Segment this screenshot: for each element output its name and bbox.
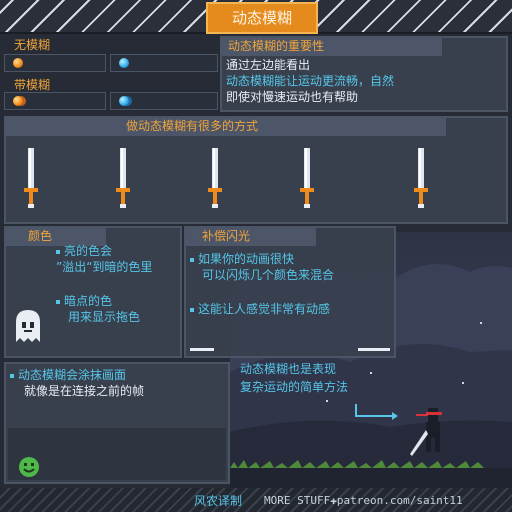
color-line2: ”溢出“到暗的色里 [56,260,153,274]
importance-line3: 即使对慢速运动也有帮助 [226,90,359,104]
flash-header: 补偿闪光 [186,228,316,246]
color-line3: 暗点的色 [56,294,112,308]
blue-orb-icon [119,96,129,106]
no-blur-label: 无模糊 [14,38,51,52]
flash-line1-text: 如果你的动画很快 [198,252,295,266]
importance-line2: 动态模糊能让运动更流畅，自然 [226,74,395,88]
page-title: 动态模糊 [206,2,318,34]
patreon-credit[interactable]: MORE STUFF✚patreon.com/saint11 [264,494,463,507]
sword-icon [116,148,130,208]
arrow-right-icon [355,404,398,420]
smear-line2: 就像是在连接之前的帧 [24,384,145,398]
ways-header: 做动态模糊有很多的方式 [6,118,446,136]
ghost-icon [16,310,40,342]
blue-orb-icon [119,58,129,68]
importance-panel: 动态模糊的重要性 通过左边能看出 动态模糊能让运动更流畅，自然 即使对慢速运动也… [220,36,508,112]
importance-line1: 通过左边能看出 [226,58,311,72]
ways-panel: 做动态模糊有很多的方式 [4,116,508,224]
flash-line1: 如果你的动画很快 [190,252,294,266]
translator-credit: 风农译制 [194,494,243,508]
bullet-icon [190,257,194,262]
sword-icon [300,148,314,208]
smear-inner-box [8,428,226,480]
with-blur-slot-orange [4,92,106,110]
swords-row [24,148,428,208]
sword-icon [208,148,222,208]
green-smiley-icon [19,457,39,477]
color-line4: 用来显示拖色 [68,310,141,324]
no-blur-slot-blue [110,54,218,72]
with-blur-label: 带模糊 [14,78,51,92]
orange-orb-icon [13,96,23,106]
bullet-icon [10,373,14,378]
importance-header: 动态模糊的重要性 [222,38,442,56]
flash-line3-text: 这能让人感觉非常有动感 [198,302,331,316]
flash-line2: 可以闪烁几个颜色来混合 [202,268,335,282]
blur-comparison-panel: 无模糊 带模糊 [4,36,218,112]
flash-streak-right [358,348,390,351]
flash-streak-left [190,348,214,351]
with-blur-slot-blue [110,92,218,110]
sword-icon [24,148,38,208]
scene-line1: 动态模糊也是表现 [240,362,337,376]
flash-line3: 这能让人感觉非常有动感 [190,302,330,316]
color-line1-text: 亮的色会 [64,244,113,258]
smear-line1-text: 动态模糊会涂抹画面 [18,368,127,382]
smear-panel: 动态模糊会涂抹画面 就像是在连接之前的帧 [4,362,230,484]
sword-icon [414,148,428,208]
color-line3-text: 暗点的色 [64,294,113,308]
bullet-icon [56,299,60,304]
bullet-icon [56,249,60,254]
bullet-icon [190,307,194,312]
color-panel: 颜色 亮的色会 ”溢出“到暗的色里 暗点的色 用来显示拖色 [4,226,182,358]
flash-panel: 补偿闪光 如果你的动画很快 可以闪烁几个颜色来混合 这能让人感觉非常有动感 [184,226,396,358]
smear-line1: 动态模糊会涂抹画面 [10,368,126,382]
color-line1: 亮的色会 [56,244,112,258]
orange-orb-icon [13,58,23,68]
no-blur-slot-orange [4,54,106,72]
scene-line2: 复杂运动的简单方法 [240,380,349,394]
